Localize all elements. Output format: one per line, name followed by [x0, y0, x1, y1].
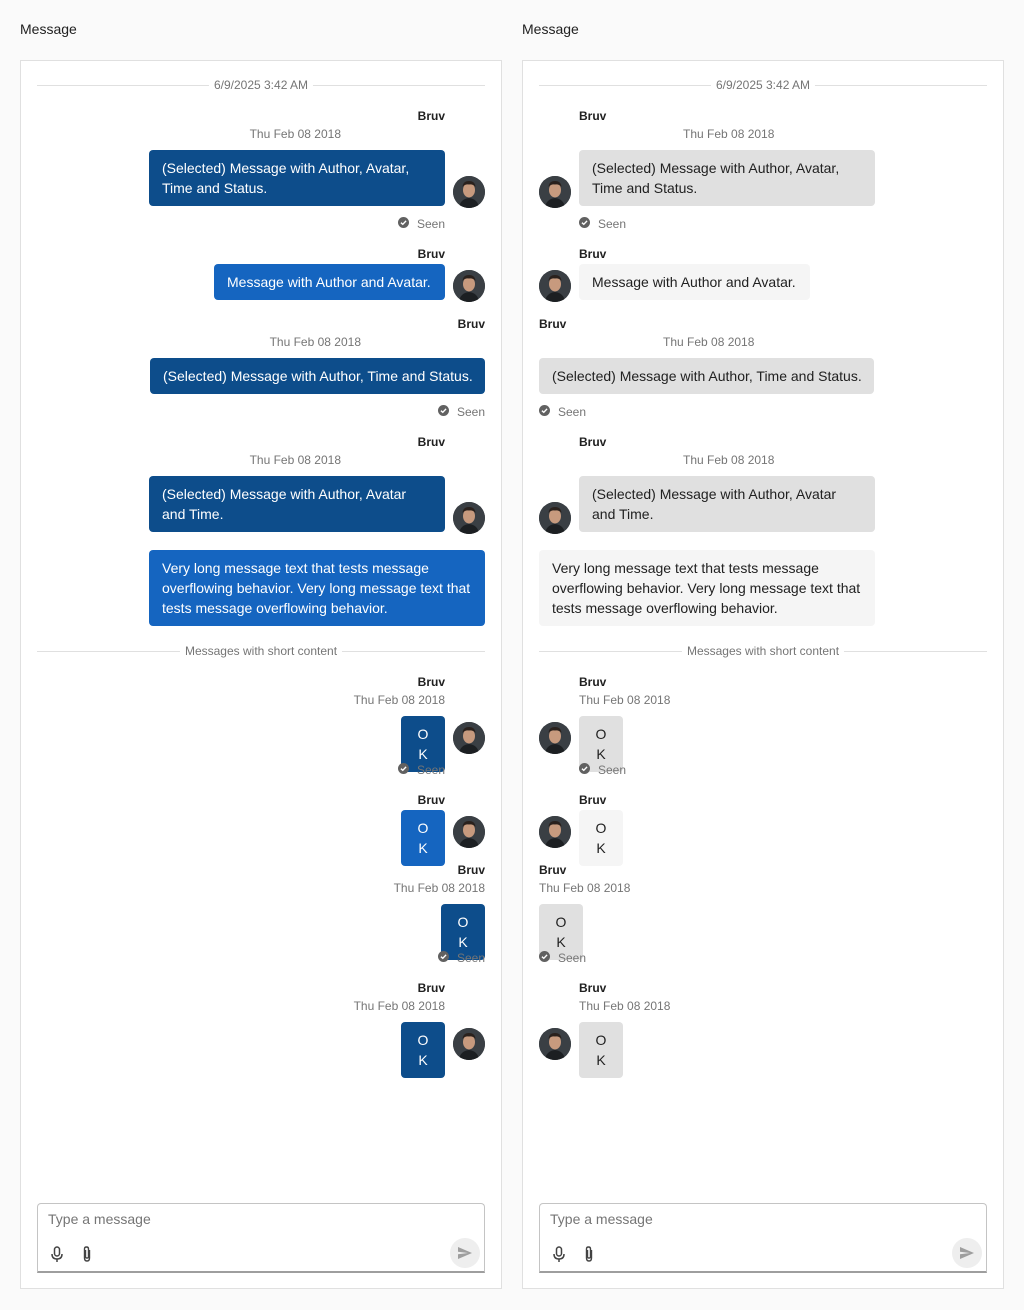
avatar [539, 270, 571, 302]
message-bubble[interactable]: Very long message text that tests messag… [539, 550, 875, 626]
message-author: Bruv [579, 247, 607, 261]
message-bubble[interactable]: (Selected) Message with Author, Avatar, … [579, 150, 875, 206]
check-circle-icon [437, 951, 449, 965]
message-author: Bruv [417, 247, 445, 261]
message-bubble[interactable]: (Selected) Message with Author, Avatar a… [579, 476, 875, 532]
message-input[interactable] [48, 1211, 474, 1227]
message-author: Bruv [579, 435, 607, 449]
check-circle-icon [579, 217, 590, 231]
status-seen: Seen [437, 405, 485, 419]
microphone-icon[interactable] [50, 1245, 64, 1263]
message-bubble[interactable]: OK [401, 1022, 445, 1078]
message-time: Thu Feb 08 2018 [269, 335, 361, 349]
status-seen: Seen [539, 405, 586, 419]
message-composer [37, 1203, 485, 1273]
send-icon[interactable] [952, 1238, 982, 1268]
message-time: Thu Feb 08 2018 [393, 881, 485, 895]
message-author: Bruv [417, 435, 445, 449]
message-bubble[interactable]: OK [401, 810, 445, 866]
avatar [453, 270, 485, 302]
avatar [539, 502, 571, 534]
message-bubble[interactable]: (Selected) Message with Author, Time and… [150, 358, 485, 394]
message-author: Bruv [579, 675, 607, 689]
message-bubble[interactable]: Message with Author and Avatar. [579, 264, 810, 300]
section-divider: Messages with short content [539, 644, 987, 658]
avatar [453, 502, 485, 534]
message-input[interactable] [550, 1211, 976, 1227]
message-author: Bruv [457, 317, 485, 331]
message-thread[interactable]: 6/9/2025 3:42 AM Bruv Thu Feb 08 2018 (S… [539, 61, 987, 1181]
message-author: Bruv [417, 981, 445, 995]
status-seen: Seen [579, 763, 626, 777]
message-time: Thu Feb 08 2018 [249, 127, 341, 141]
section-divider: Messages with short content [37, 644, 485, 658]
message-author: Bruv [579, 981, 607, 995]
panel-title-left: Message [20, 21, 77, 37]
status-seen: Seen [437, 951, 485, 965]
message-author: Bruv [579, 793, 607, 807]
check-circle-icon [437, 405, 449, 419]
paperclip-icon[interactable] [582, 1245, 596, 1263]
message-bubble[interactable]: (Selected) Message with Author, Time and… [539, 358, 874, 394]
date-divider: 6/9/2025 3:42 AM [539, 78, 987, 92]
check-circle-icon [539, 951, 550, 965]
message-author: Bruv [539, 317, 567, 331]
message-bubble[interactable]: Very long message text that tests messag… [149, 550, 485, 626]
avatar [453, 176, 485, 208]
microphone-icon[interactable] [552, 1245, 566, 1263]
avatar [539, 816, 571, 848]
avatar [539, 176, 571, 208]
avatar [453, 1028, 485, 1060]
message-time: Thu Feb 08 2018 [683, 127, 775, 141]
send-icon[interactable] [450, 1238, 480, 1268]
message-bubble[interactable]: OK [579, 1022, 623, 1078]
avatar [539, 1028, 571, 1060]
check-circle-icon [579, 763, 590, 777]
status-seen: Seen [579, 217, 626, 231]
chat-panel-incoming: 6/9/2025 3:42 AM Bruv Thu Feb 08 2018 (S… [522, 60, 1004, 1289]
message-time: Thu Feb 08 2018 [249, 453, 341, 467]
message-time: Thu Feb 08 2018 [683, 453, 775, 467]
date-divider: 6/9/2025 3:42 AM [37, 78, 485, 92]
message-author: Bruv [579, 109, 607, 123]
message-time: Thu Feb 08 2018 [579, 999, 671, 1013]
message-time: Thu Feb 08 2018 [353, 999, 445, 1013]
message-time: Thu Feb 08 2018 [663, 335, 755, 349]
message-author: Bruv [457, 863, 485, 877]
message-author: Bruv [417, 675, 445, 689]
message-time: Thu Feb 08 2018 [539, 881, 631, 895]
avatar [539, 722, 571, 754]
status-seen: Seen [539, 951, 586, 965]
message-time: Thu Feb 08 2018 [579, 693, 671, 707]
message-composer [539, 1203, 987, 1273]
message-author: Bruv [417, 109, 445, 123]
message-author: Bruv [539, 863, 567, 877]
message-time: Thu Feb 08 2018 [353, 693, 445, 707]
status-seen: Seen [397, 763, 445, 777]
panel-title-right: Message [522, 21, 579, 37]
message-bubble[interactable]: OK [579, 810, 623, 866]
message-bubble[interactable]: (Selected) Message with Author, Avatar a… [149, 476, 445, 532]
message-bubble[interactable]: (Selected) Message with Author, Avatar, … [149, 150, 445, 206]
avatar [453, 722, 485, 754]
message-author: Bruv [417, 793, 445, 807]
check-circle-icon [397, 217, 409, 231]
avatar [453, 816, 485, 848]
message-bubble[interactable]: Message with Author and Avatar. [214, 264, 445, 300]
message-thread[interactable]: 6/9/2025 3:42 AM Bruv Thu Feb 08 2018 (S… [37, 61, 485, 1181]
chat-panel-outgoing: 6/9/2025 3:42 AM Bruv Thu Feb 08 2018 (S… [20, 60, 502, 1289]
check-circle-icon [397, 763, 409, 777]
paperclip-icon[interactable] [80, 1245, 94, 1263]
check-circle-icon [539, 405, 550, 419]
status-seen: Seen [397, 217, 445, 231]
